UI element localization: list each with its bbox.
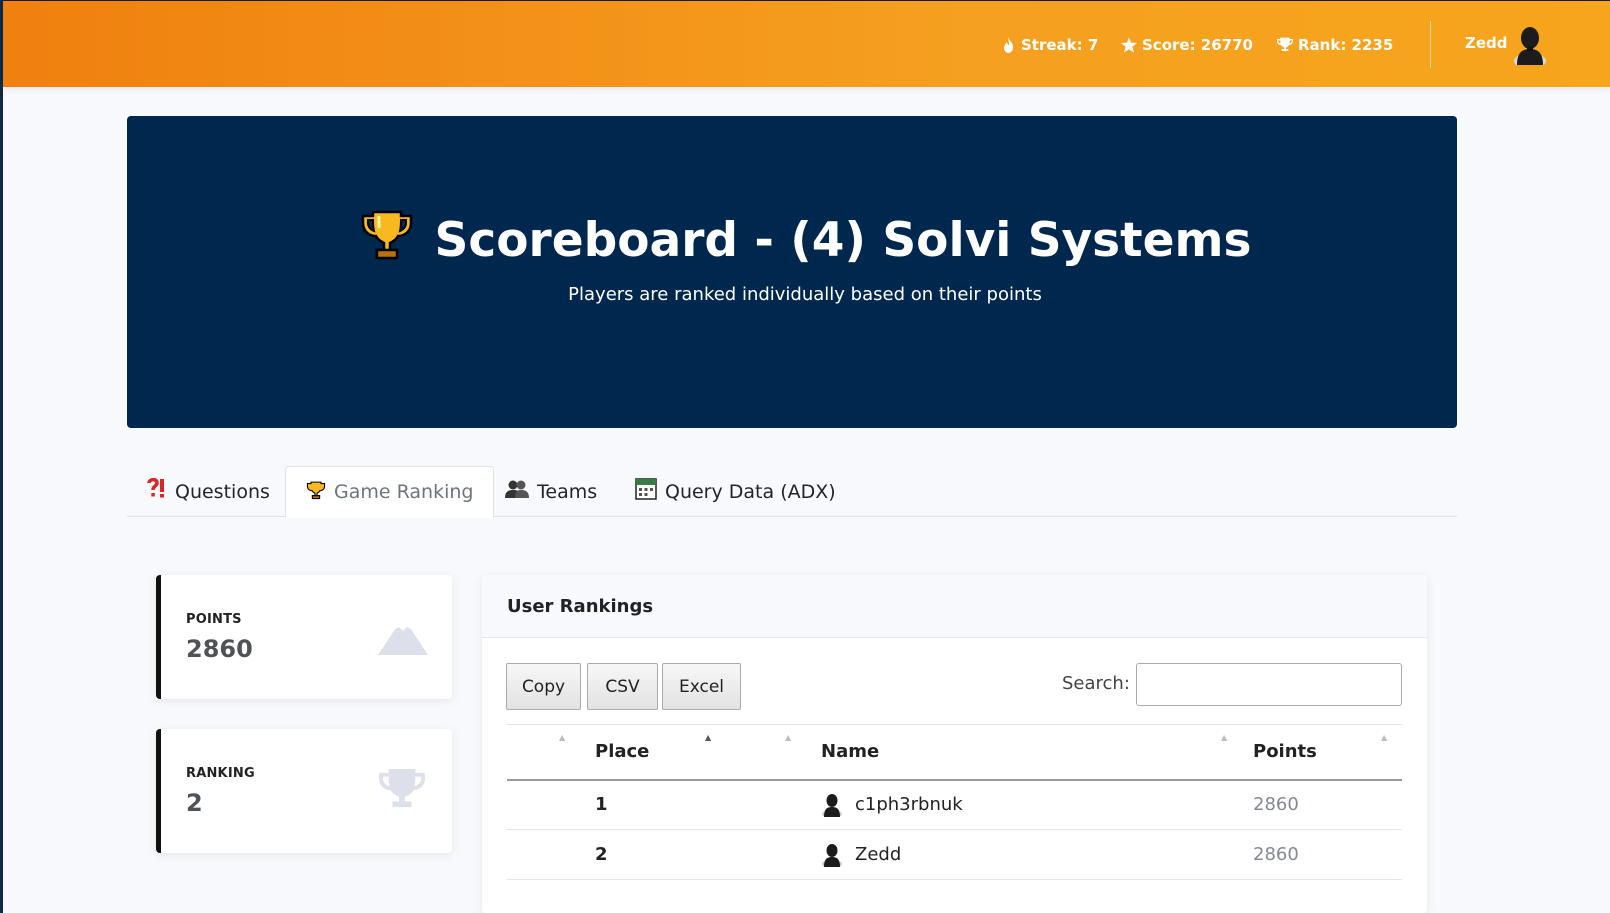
question-exclamation-icon (147, 477, 167, 505)
column-header-place[interactable]: Place ▲ ▲ (595, 724, 821, 781)
trophy-emoji-icon (306, 480, 326, 505)
tab-questions[interactable]: Questions (127, 466, 290, 517)
streak-text: Streak: 7 (1021, 36, 1099, 54)
user-avatar-icon (821, 793, 843, 818)
tab-label: Query Data (ADX) (665, 480, 836, 503)
trophy-icon (1277, 37, 1293, 53)
star-icon (1121, 37, 1137, 53)
tab-teams[interactable]: Teams (485, 466, 617, 517)
excel-button[interactable]: Excel (662, 663, 741, 710)
navbar-divider (1430, 21, 1431, 68)
mountain-icon (378, 615, 428, 659)
column-header-name[interactable]: Name ▲ (821, 724, 1253, 781)
rank-stat: Rank: 2235 (1277, 34, 1393, 56)
place-cell: 1 (595, 779, 821, 830)
title-text: Scoreboard - (4) Solvi Systems (434, 212, 1252, 268)
ranking-label: RANKING (186, 766, 255, 781)
table-row[interactable]: 2 Zedd 2860 (507, 829, 1402, 880)
calendar-icon (635, 478, 657, 505)
csv-button[interactable]: CSV (587, 663, 658, 710)
column-header-label: Points (1253, 741, 1317, 763)
place-cell: 2 (595, 829, 821, 880)
sort-ascending-icon: ▲ (705, 733, 712, 742)
sort-icon: ▲ (1221, 733, 1228, 742)
page-title: Scoreboard - (4) Solvi Systems (0, 206, 1610, 274)
user-avatar-icon (821, 843, 843, 868)
table-row[interactable]: 1 c1ph3rbnuk 2860 (507, 779, 1402, 830)
streak-stat: Streak: 7 (1000, 34, 1098, 56)
user-rankings-panel: User Rankings Copy CSV Excel Search: ▲ P… (482, 575, 1427, 913)
tab-game-ranking[interactable]: Game Ranking (285, 466, 495, 518)
column-header-label: Name (821, 741, 880, 763)
sort-icon: ▲ (1381, 733, 1388, 742)
column-header-blank[interactable]: ▲ (507, 724, 595, 781)
ranking-card: RANKING 2 (156, 729, 452, 853)
score-stat: Score: 26770 (1121, 34, 1253, 56)
search-input[interactable] (1136, 663, 1402, 706)
people-icon (505, 479, 529, 504)
window-left-edge (0, 0, 3, 913)
user-avatar[interactable] (1513, 25, 1547, 69)
fire-icon (1000, 37, 1016, 53)
name-cell: Zedd (821, 829, 1253, 880)
top-navbar: Streak: 7 Score: 26770 Rank: 2235 Zedd (3, 0, 1610, 87)
copy-button[interactable]: Copy (506, 663, 581, 710)
sort-icon: ▲ (785, 733, 792, 742)
page-subtitle: Players are ranked individually based on… (568, 284, 1042, 305)
row-spacer (507, 779, 595, 830)
rankings-table: ▲ Place ▲ ▲ Name ▲ Points ▲ 1 c1ph3rbnuk… (507, 724, 1402, 880)
column-header-label: Place (595, 741, 650, 763)
panel-title: User Rankings (482, 575, 1427, 638)
points-value: 2860 (186, 635, 253, 663)
tab-label: Questions (175, 480, 270, 503)
rank-text: Rank: 2235 (1298, 36, 1394, 54)
sort-icon: ▲ (559, 733, 566, 742)
nav-tabs: Questions Game Ranking Teams Query Data … (127, 466, 1457, 518)
tab-label: Game Ranking (334, 481, 474, 503)
player-name[interactable]: Zedd (855, 844, 901, 865)
name-cell: c1ph3rbnuk (821, 779, 1253, 830)
trophy-icon (378, 769, 428, 813)
score-text: Score: 26770 (1142, 36, 1253, 54)
username[interactable]: Zedd (1465, 34, 1508, 52)
points-cell: 2860 (1253, 829, 1402, 880)
table-header-row: ▲ Place ▲ ▲ Name ▲ Points ▲ (507, 724, 1402, 781)
tab-query-data[interactable]: Query Data (ADX) (615, 466, 856, 517)
points-cell: 2860 (1253, 779, 1402, 830)
search-label: Search: (1062, 673, 1130, 694)
column-header-points[interactable]: Points ▲ (1253, 724, 1402, 781)
row-spacer (507, 829, 595, 880)
points-card: POINTS 2860 (156, 575, 452, 699)
ranking-value: 2 (186, 789, 203, 817)
player-name[interactable]: c1ph3rbnuk (855, 794, 963, 815)
trophy-emoji-icon (359, 206, 415, 274)
tab-label: Teams (537, 480, 598, 503)
points-label: POINTS (186, 612, 242, 627)
